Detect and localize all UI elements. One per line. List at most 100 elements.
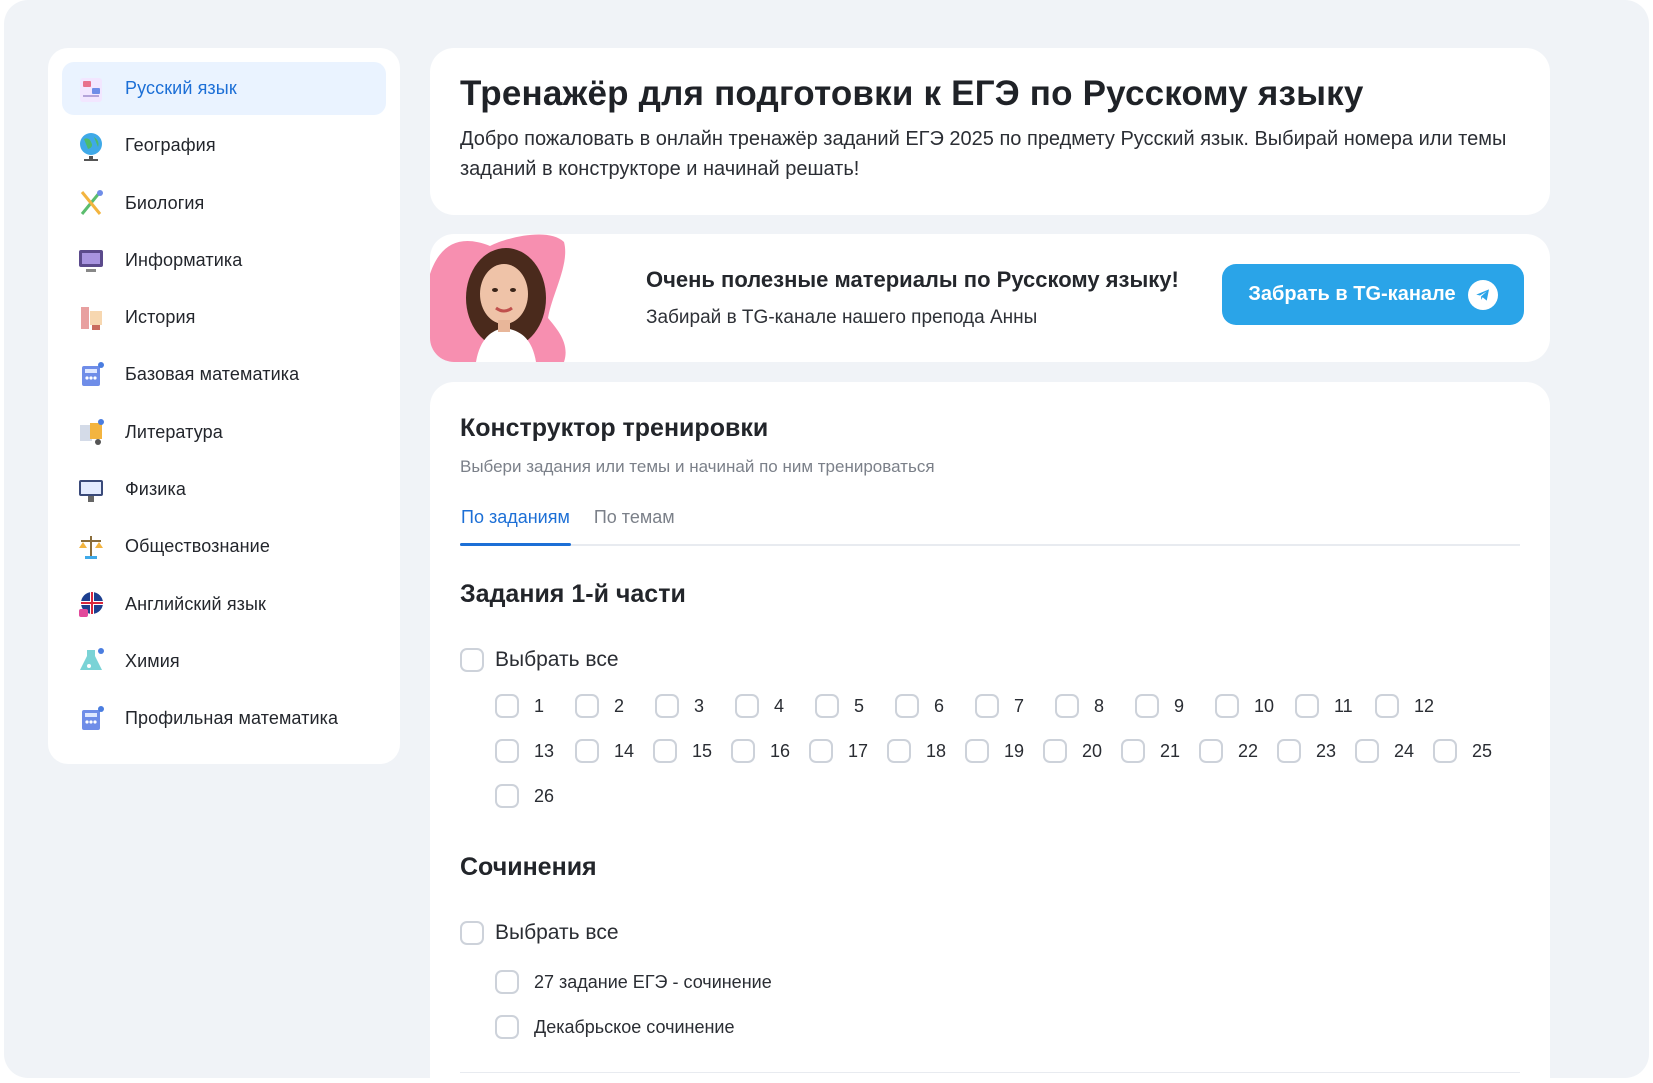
sidebar-item[interactable]: Английский язык — [62, 578, 386, 631]
tab-by-topics[interactable]: По темам — [593, 503, 676, 544]
task-number: 11 — [1334, 695, 1353, 716]
task-checkbox-item[interactable]: 5 — [815, 694, 895, 718]
sidebar-item[interactable]: Биология — [62, 177, 386, 230]
task-checkbox-item[interactable]: 8 — [1055, 694, 1135, 718]
task-checkbox-item[interactable]: 2 — [575, 694, 655, 718]
task-checkbox-item[interactable]: 25 — [1433, 739, 1511, 763]
task-checkbox-item[interactable]: 10 — [1215, 694, 1295, 718]
checkbox[interactable] — [575, 739, 599, 763]
checkbox[interactable] — [1199, 739, 1223, 763]
part1-title: Задания 1-й части — [460, 580, 686, 608]
task-checkbox-item[interactable]: 18 — [887, 739, 965, 763]
checkbox[interactable] — [653, 739, 677, 763]
russian-book-icon — [74, 72, 108, 106]
task-checkbox-item[interactable]: 1 — [495, 694, 575, 718]
checkbox[interactable] — [735, 694, 759, 718]
checkbox[interactable] — [815, 694, 839, 718]
checkbox[interactable] — [460, 648, 484, 672]
sidebar-item[interactable]: Физика — [62, 463, 386, 516]
task-checkbox-item[interactable]: 15 — [653, 739, 731, 763]
sidebar-item[interactable]: География — [62, 119, 386, 172]
checkbox[interactable] — [809, 739, 833, 763]
task-number: 19 — [1004, 740, 1025, 761]
task-checkbox-item[interactable]: 17 — [809, 739, 887, 763]
task-checkbox-item[interactable]: 16 — [731, 739, 809, 763]
checkbox[interactable] — [731, 739, 755, 763]
task-checkbox-item[interactable]: 12 — [1375, 694, 1455, 718]
checkbox[interactable] — [965, 739, 989, 763]
checkbox[interactable] — [495, 739, 519, 763]
checkbox[interactable] — [1135, 694, 1159, 718]
part1-select-all[interactable]: Выбрать все — [460, 648, 619, 672]
checkbox[interactable] — [495, 784, 519, 808]
sidebar-item[interactable]: Химия — [62, 635, 386, 688]
task-checkbox-item[interactable]: 7 — [975, 694, 1055, 718]
task-number: 1 — [534, 695, 545, 716]
checkbox[interactable] — [1375, 694, 1399, 718]
task-checkbox-item[interactable]: 14 — [575, 739, 653, 763]
sidebar-item-label: Английский язык — [125, 593, 267, 614]
teacher-photo — [430, 234, 566, 362]
checkbox[interactable] — [1121, 739, 1145, 763]
sidebar-item[interactable]: Профильная математика — [62, 692, 386, 745]
task-number: 12 — [1414, 695, 1435, 716]
essay-checkbox-item[interactable]: Декабрьское сочинение — [495, 1015, 772, 1039]
checkbox[interactable] — [655, 694, 679, 718]
checkbox[interactable] — [495, 694, 519, 718]
calculator-pro-icon — [74, 702, 108, 736]
checkbox[interactable] — [1433, 739, 1457, 763]
task-checkbox-item[interactable]: 11 — [1295, 694, 1375, 718]
checkbox[interactable] — [1215, 694, 1239, 718]
task-number: 10 — [1254, 695, 1275, 716]
task-checkbox-item[interactable]: 20 — [1043, 739, 1121, 763]
task-checkbox-item[interactable]: 13 — [495, 739, 575, 763]
physics-board-icon — [74, 473, 108, 507]
task-checkbox-item[interactable]: 22 — [1199, 739, 1277, 763]
checkbox[interactable] — [1355, 739, 1379, 763]
checkbox[interactable] — [1055, 694, 1079, 718]
sidebar-item[interactable]: Обществознание — [62, 520, 386, 573]
checkbox[interactable] — [1043, 739, 1067, 763]
checkbox[interactable] — [975, 694, 999, 718]
sidebar-item[interactable]: Базовая математика — [62, 348, 386, 401]
checkbox[interactable] — [495, 1015, 519, 1039]
task-checkbox-item[interactable]: 3 — [655, 694, 735, 718]
task-checkbox-item[interactable]: 23 — [1277, 739, 1355, 763]
task-number: 23 — [1316, 740, 1337, 761]
task-checkbox-item[interactable]: 24 — [1355, 739, 1433, 763]
essays-select-all[interactable]: Выбрать все — [460, 921, 619, 945]
sidebar-item[interactable]: Литература — [62, 406, 386, 459]
tab-by-tasks[interactable]: По заданиям — [460, 503, 571, 546]
checkbox[interactable] — [895, 694, 919, 718]
telegram-channel-button[interactable]: Забрать в TG-канале — [1222, 264, 1524, 325]
task-number: 22 — [1238, 740, 1259, 761]
task-checkbox-item[interactable]: 4 — [735, 694, 815, 718]
telegram-icon — [1467, 279, 1498, 310]
task-number: 14 — [614, 740, 635, 761]
calculator-icon — [74, 358, 108, 392]
subject-sidebar: Русский язык География Биология Информатика… — [48, 48, 400, 764]
task-checkbox-item[interactable]: 21 — [1121, 739, 1199, 763]
checkbox[interactable] — [575, 694, 599, 718]
globe-icon — [74, 129, 108, 163]
sidebar-item[interactable]: Русский язык — [62, 62, 386, 115]
task-number: 3 — [694, 695, 705, 716]
checkbox[interactable] — [1277, 739, 1301, 763]
task-checkbox-item[interactable]: 19 — [965, 739, 1043, 763]
task-checkbox-item[interactable]: 9 — [1135, 694, 1215, 718]
essay-label: Декабрьское сочинение — [534, 1016, 735, 1037]
sidebar-item[interactable]: История — [62, 291, 386, 344]
sidebar-item[interactable]: Информатика — [62, 234, 386, 287]
task-checkbox-item[interactable]: 6 — [895, 694, 975, 718]
task-checkbox-item[interactable]: 26 — [495, 784, 575, 808]
checkbox[interactable] — [1295, 694, 1319, 718]
checkbox[interactable] — [460, 921, 484, 945]
checkbox[interactable] — [887, 739, 911, 763]
computer-icon — [74, 243, 108, 277]
checkbox[interactable] — [495, 970, 519, 994]
essays-title: Сочинения — [460, 853, 597, 881]
essay-checkbox-item[interactable]: 27 задание ЕГЭ - сочинение — [495, 970, 772, 994]
sidebar-item-label: Литература — [125, 421, 223, 442]
sidebar-item-label: Профильная математика — [125, 708, 339, 729]
task-number: 13 — [534, 740, 555, 761]
